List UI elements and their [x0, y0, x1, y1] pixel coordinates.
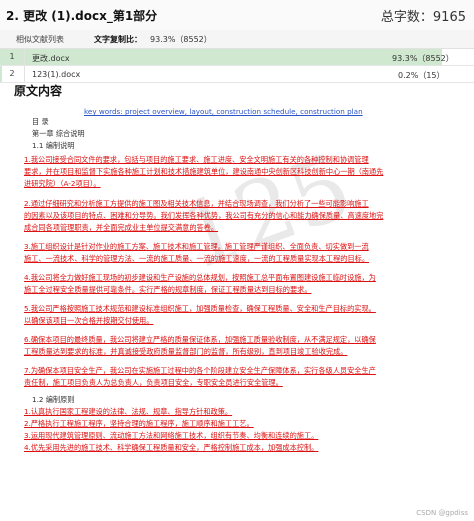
body-line: 2.通过仔细研究和分析施工方提供的施工图及相关技术信息，并结合现场调查，我们分析… — [24, 199, 369, 208]
source-value: 0.2%（15） — [398, 71, 445, 80]
body-line: 施工、一流技术、科学的管理方法、一流的施工质量、一流的施工速度，一流的工程质量实… — [24, 254, 370, 263]
body-line: 责任制，施工项目负责人为总负责人，负责项目安全，专职安全员进行安全管理。 — [24, 378, 283, 387]
body-line: 6.确保本项目的最终质量，我公司将建立严格的质量保证体系，加强施工质量验收制度，… — [24, 335, 376, 344]
body-line: 要求，并在项目和监督下实施各种施工计划和技术措施建筑单位，建设南通中央创新区科技… — [24, 167, 384, 176]
body-line: 2.严格执行工程施工程序，坚持合理的施工程序，施工顺序和施工工艺。 — [24, 419, 254, 428]
body-line: 施工全过程安全质量提供可靠条件。实行严格的规章制度，保证工程质量达到目标的要求。 — [24, 285, 312, 294]
body-line: 进研究院）（A-2项目）。 — [24, 179, 101, 188]
source-row[interactable]: 1 更改.docx 93.3%（8552） — [0, 49, 474, 66]
body-line: 5.我公司严格按照施工技术规范和建设标准组织施工，加强质量检查，确保工程质量、安… — [24, 304, 376, 313]
body-line: 7.为确保本项目安全生产，我公司在实施施工过程中的各个阶段建立安全生产保障体系，… — [24, 366, 376, 375]
body-line: key words: project overview, layout, con… — [84, 107, 363, 116]
body-line: 目 录 — [32, 117, 49, 126]
footer-watermark: CSDN @gpdiss — [416, 509, 468, 517]
body-line: 工程质量达到要求的标准，并真诚接受政府质量监督部门的监督，所有级别，直到项目竣工… — [24, 347, 348, 356]
body-line: 4.优先采用先进的施工技术、科学确保工程质量和安全，严格控制施工成本，加强成本控… — [24, 443, 319, 452]
body-line: 以确保该项目一次合格并按期交付使用。 — [24, 316, 154, 325]
source-name[interactable]: 更改.docx — [32, 53, 70, 64]
similar-list-label: 相似文献列表 — [16, 35, 64, 44]
body-line: 3.施工组织设计是针对作业的施工方案、施工技术和施工管理。施工管理严谨组织、全面… — [24, 242, 369, 251]
body-line: 3.运用现代建筑管理原则、流动施工方法和网络施工技术，组织有节奏、均衡和连续的施… — [24, 431, 319, 440]
copy-ratio-value: 93.3%（8552） — [150, 35, 212, 44]
source-number: 1 — [0, 49, 25, 65]
total-word-count: 总字数：9165 — [380, 10, 466, 25]
document-title: 2. 更改 (1).docx_第1部分 — [6, 9, 158, 23]
body-line: 的因素以及该项目的特点、困难和分导势。我们发挥各种优势，我公司有充分的信心和能力… — [24, 211, 384, 220]
report-header: 2. 更改 (1).docx_第1部分 总字数：9165 — [0, 0, 474, 31]
body-line: 1.我公司接受合同文件的要求，包括与项目的施工要求、施工进度、安全文明施工有关的… — [24, 155, 369, 164]
body-line: 1.2 编制原则 — [32, 395, 75, 404]
body-line: 4.我公司将全力做好施工现场的初步建设和生产设施的总体规划，按照施工总平面布置图… — [24, 273, 376, 282]
body-line: 成合同各项管理职责，并全面完成业主单位提交满意的答卷。 — [24, 223, 219, 232]
source-value: 93.3%（8552） — [392, 54, 454, 63]
body-line: 1.1 编制说明 — [32, 141, 75, 150]
document-body: key words: project overview, layout, con… — [24, 97, 474, 521]
body-line: 1.认真执行国家工程建设的法律、法规、规章、指导方针和政策。 — [24, 407, 233, 416]
body-line: 第一章 综合说明 — [32, 129, 85, 138]
source-number: 2 — [0, 66, 25, 82]
source-name[interactable]: 123(1).docx — [32, 70, 80, 79]
source-row[interactable]: 2 123(1).docx 0.2%（15） — [0, 66, 474, 83]
copy-ratio-label: 文字复制比： — [94, 35, 142, 44]
similarity-summary: 相似文献列表 文字复制比： 93.3%（8552） — [0, 30, 474, 49]
